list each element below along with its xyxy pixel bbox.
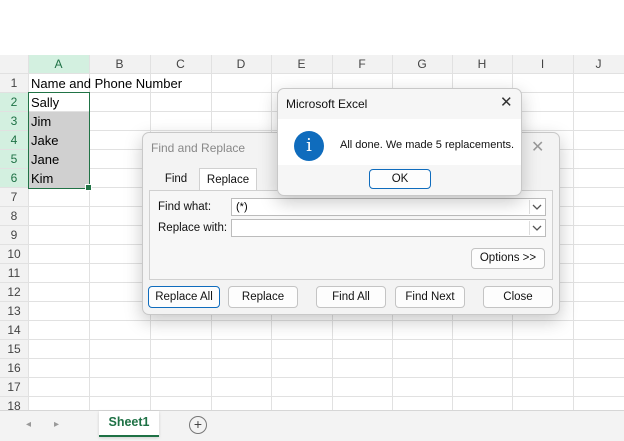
row-header-7[interactable]: 7 xyxy=(0,188,28,206)
replace-all-label: Replace All xyxy=(155,291,213,303)
cell-a4[interactable]: Jake xyxy=(31,133,58,148)
cell-a2[interactable]: Sally xyxy=(31,95,59,110)
ok-button[interactable]: OK xyxy=(369,169,431,189)
row-header-15[interactable]: 15 xyxy=(0,340,28,358)
scroll-left-icon[interactable]: ◂ xyxy=(26,419,31,430)
row-header-6[interactable]: 6 xyxy=(0,169,28,187)
cell-a5[interactable]: Jane xyxy=(31,152,59,167)
find-all-button[interactable]: Find All xyxy=(316,286,386,308)
chevron-down-icon[interactable] xyxy=(529,200,544,214)
replace-all-button[interactable]: Replace All xyxy=(148,286,220,308)
find-next-label: Find Next xyxy=(405,291,455,303)
chevron-down-icon[interactable] xyxy=(529,221,544,235)
row-header-13[interactable]: 13 xyxy=(0,302,28,320)
row-header-14[interactable]: 14 xyxy=(0,321,28,339)
cell-a1[interactable]: Name and Phone Number xyxy=(31,76,182,91)
dialog-title: Find and Replace xyxy=(151,141,246,155)
close-icon[interactable]: ✕ xyxy=(531,137,544,157)
cell-a6[interactable]: Kim xyxy=(31,171,53,186)
sheet-tab-sheet1[interactable]: Sheet1 xyxy=(99,411,159,437)
tab-panel: Find what: (*) Replace with: Options >> xyxy=(149,190,553,280)
tab-replace-label: Replace xyxy=(206,174,250,186)
col-header-f[interactable]: F xyxy=(332,55,392,73)
sheet-tab-bar: ◂ ▸ Sheet1 + xyxy=(0,410,624,441)
find-what-value: (*) xyxy=(236,201,248,213)
ok-label: OK xyxy=(391,173,409,185)
close-label: Close xyxy=(503,291,533,303)
info-glyph: i xyxy=(306,135,312,156)
row-header-3[interactable]: 3 xyxy=(0,112,28,130)
msgbox-title: Microsoft Excel xyxy=(286,97,368,111)
col-header-a[interactable]: A xyxy=(28,55,89,73)
plus-icon: + xyxy=(193,416,203,432)
tab-find-label: Find xyxy=(164,173,188,185)
col-header-d[interactable]: D xyxy=(211,55,271,73)
find-all-label: Find All xyxy=(332,291,370,303)
options-label: Options >> xyxy=(479,252,537,264)
col-header-b[interactable]: B xyxy=(89,55,150,73)
msgbox-close-icon[interactable]: ✕ xyxy=(500,93,513,111)
tab-replace[interactable]: Replace xyxy=(199,168,257,191)
replace-with-input[interactable] xyxy=(231,219,546,237)
row-header-16[interactable]: 16 xyxy=(0,359,28,377)
replace-with-label: Replace with: xyxy=(158,222,228,234)
cell-a3[interactable]: Jim xyxy=(31,114,51,129)
row-header-10[interactable]: 10 xyxy=(0,245,28,263)
col-header-i[interactable]: I xyxy=(512,55,573,73)
col-header-g[interactable]: G xyxy=(392,55,452,73)
row-header-4[interactable]: 4 xyxy=(0,131,28,149)
row-header-9[interactable]: 9 xyxy=(0,226,28,244)
row-header-5[interactable]: 5 xyxy=(0,150,28,168)
col-header-c[interactable]: C xyxy=(150,55,211,73)
msgbox-message: All done. We made 5 replacements. xyxy=(340,139,515,151)
options-button[interactable]: Options >> xyxy=(471,248,545,269)
find-what-label: Find what: xyxy=(158,201,212,213)
row-header-17[interactable]: 17 xyxy=(0,378,28,396)
col-header-h[interactable]: H xyxy=(452,55,512,73)
row-header-8[interactable]: 8 xyxy=(0,207,28,225)
col-header-j[interactable]: J xyxy=(573,55,624,73)
row-header-11[interactable]: 11 xyxy=(0,264,28,282)
col-header-e[interactable]: E xyxy=(271,55,332,73)
scroll-right-icon[interactable]: ▸ xyxy=(54,419,59,430)
info-icon: i xyxy=(294,131,324,161)
row-header-12[interactable]: 12 xyxy=(0,283,28,301)
sheet-tab-label: Sheet1 xyxy=(108,415,150,429)
find-next-button[interactable]: Find Next xyxy=(395,286,465,308)
replace-label: Replace xyxy=(241,291,285,303)
find-what-input[interactable]: (*) xyxy=(231,198,546,216)
row-header-2[interactable]: 2 xyxy=(0,93,28,111)
replace-button[interactable]: Replace xyxy=(228,286,298,308)
row-header-1[interactable]: 1 xyxy=(0,74,28,92)
tab-find[interactable]: Find xyxy=(153,173,199,191)
add-sheet-button[interactable]: + xyxy=(189,416,207,434)
close-button[interactable]: Close xyxy=(483,286,553,308)
fill-handle[interactable] xyxy=(85,184,92,191)
message-box: Microsoft Excel ✕ i All done. We made 5 … xyxy=(277,88,522,196)
